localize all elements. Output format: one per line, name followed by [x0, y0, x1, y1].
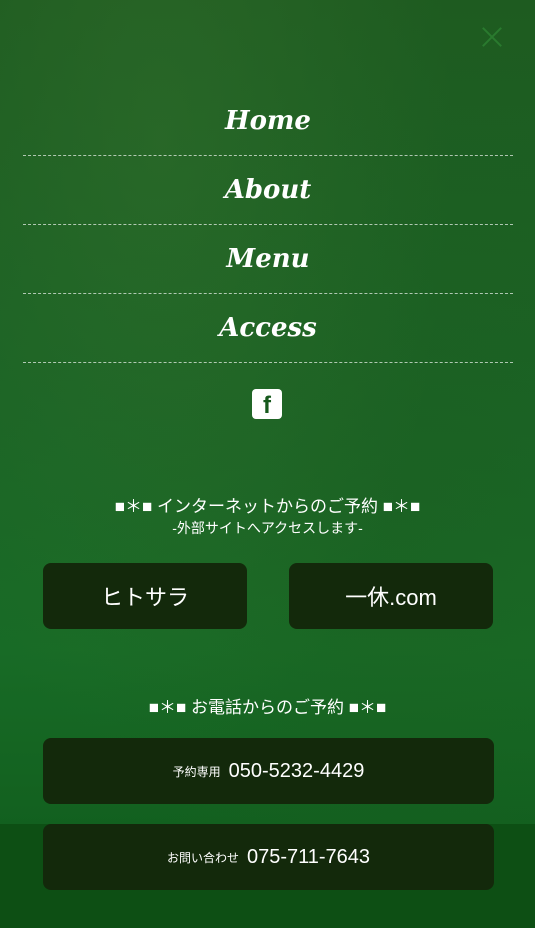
reservation-phone-button[interactable]: 予約専用 050-5232-4429 [43, 738, 494, 804]
nav-item-about[interactable]: About [23, 156, 513, 225]
inquiry-phone-button[interactable]: お問い合わせ 075-711-7643 [43, 824, 494, 890]
main-nav: Home About Menu Access [23, 87, 513, 363]
nav-item-home[interactable]: Home [23, 87, 513, 156]
close-icon[interactable] [481, 26, 503, 48]
phone-reservation-title: ■＊■ お電話からのご予約 ■＊■ [148, 698, 387, 717]
facebook-icon[interactable]: f [252, 389, 282, 419]
nav-item-menu[interactable]: Menu [23, 225, 513, 294]
internet-reservation-subtitle: -外部サイトへアクセスします- [172, 520, 363, 536]
phone-label: お問い合わせ [166, 850, 239, 865]
ikyu-button[interactable]: 一休.com [289, 563, 493, 629]
hitosara-button[interactable]: ヒトサラ [43, 563, 247, 629]
phone-label: 予約専用 [172, 764, 221, 779]
nav-item-access[interactable]: Access [23, 294, 513, 363]
internet-reservation-title: ■＊■ インターネットからのご予約 ■＊■ [114, 497, 421, 516]
phone-number: 050-5232-4429 [228, 759, 365, 782]
phone-number: 075-711-7643 [246, 845, 371, 868]
